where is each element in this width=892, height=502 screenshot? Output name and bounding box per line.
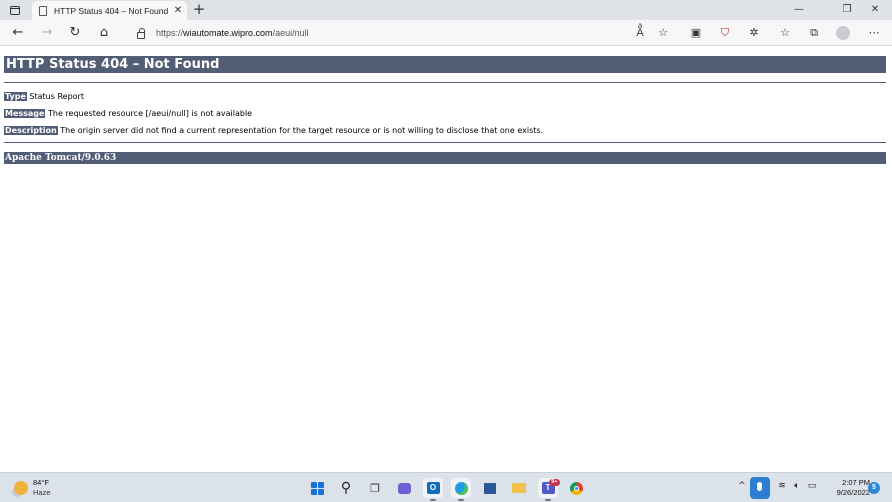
tab-active[interactable]: HTTP Status 404 – Not Found ✕ — [32, 1, 187, 20]
type-value: Status Report — [29, 92, 84, 101]
extension-icon[interactable]: ▣ — [687, 24, 705, 42]
favorites-list-icon[interactable]: ☆ — [776, 24, 794, 42]
restore-button[interactable]: ❐ — [834, 2, 860, 18]
weather-haze-icon[interactable] — [14, 481, 28, 495]
favorite-star-icon[interactable]: ☆ — [654, 24, 672, 42]
taskbar: 84°F Haze ⚲ ❐ O T 9+ ^ ≋ 🔈︎ ▭ 2:07 PM 9/… — [0, 472, 892, 502]
description-row: Description The origin server did not fi… — [4, 125, 543, 136]
url-text: https://wiautomate.wipro.com/aeui/null — [156, 28, 309, 38]
divider — [4, 142, 886, 143]
divider — [4, 82, 886, 83]
read-aloud-icon[interactable]: Aͣ — [631, 24, 649, 42]
extensions-puzzle-icon[interactable]: ✲ — [745, 24, 763, 42]
description-value: The origin server did not find a current… — [60, 126, 544, 135]
collections-icon[interactable]: ⧉ — [805, 24, 823, 42]
clock-date[interactable]: 9/26/2022 — [810, 488, 870, 497]
minimize-button[interactable]: — — [786, 2, 812, 18]
tab-strip: HTTP Status 404 – Not Found ✕ + — ❐ ✕ — [0, 0, 892, 20]
chat-icon[interactable] — [394, 478, 414, 498]
tab-close-icon[interactable]: ✕ — [172, 5, 184, 16]
forward-button[interactable]: → — [38, 24, 56, 42]
microphone-icon[interactable] — [750, 477, 770, 499]
page-title: HTTP Status 404 – Not Found — [4, 56, 886, 73]
address-bar[interactable]: https://wiautomate.wipro.com/aeui/null — [126, 23, 682, 43]
store-icon[interactable] — [480, 478, 500, 498]
teams-icon[interactable]: T 9+ — [538, 478, 560, 501]
show-hidden-icons-chevron-up-icon[interactable]: ^ — [735, 481, 749, 491]
edge-icon[interactable] — [451, 478, 471, 501]
browser-window: HTTP Status 404 – Not Found ✕ + — ❐ ✕ ← … — [0, 0, 892, 472]
notification-count-badge[interactable]: 5 — [868, 482, 880, 494]
server-info: Apache Tomcat/9.0.63 — [4, 152, 886, 164]
new-tab-button[interactable]: + — [191, 1, 207, 19]
wifi-icon[interactable]: ≋ — [775, 481, 789, 491]
task-view-icon[interactable]: ❐ — [365, 478, 385, 498]
description-label: Description — [4, 126, 58, 135]
start-button[interactable] — [307, 478, 327, 498]
type-label: Type — [4, 92, 27, 101]
message-value: The requested resource [/aeui/null] is n… — [48, 109, 253, 118]
tab-title: HTTP Status 404 – Not Found — [54, 5, 169, 16]
profile-avatar-icon[interactable] — [834, 24, 852, 42]
chrome-icon[interactable] — [566, 478, 586, 498]
teams-badge: 9+ — [549, 479, 560, 486]
volume-icon[interactable]: 🔈︎ — [790, 481, 804, 491]
browser-toolbar: ← → ↻ ⌂ https://wiautomate.wipro.com/aeu… — [0, 20, 892, 46]
message-row: Message The requested resource [/aeui/nu… — [4, 108, 252, 119]
mcafee-extension-icon[interactable]: ⛉ — [716, 24, 734, 42]
tab-actions-button[interactable] — [4, 2, 26, 18]
home-button[interactable]: ⌂ — [95, 24, 113, 42]
weather-temperature[interactable]: 84°F — [33, 478, 49, 487]
weather-condition[interactable]: Haze — [33, 488, 51, 497]
page-icon — [39, 5, 47, 16]
type-row: Type Status Report — [4, 91, 84, 102]
back-button[interactable]: ← — [9, 24, 27, 42]
clock-time[interactable]: 2:07 PM — [810, 478, 870, 487]
more-menu-icon[interactable]: ⋯ — [865, 24, 883, 42]
lock-icon[interactable] — [137, 27, 145, 39]
close-window-button[interactable]: ✕ — [862, 2, 888, 18]
message-label: Message — [4, 109, 46, 118]
refresh-button[interactable]: ↻ — [66, 24, 84, 42]
tab-actions-icon — [10, 5, 20, 15]
windows-logo-icon — [310, 481, 324, 495]
file-explorer-icon[interactable] — [509, 478, 529, 498]
search-icon[interactable]: ⚲ — [336, 478, 356, 498]
page-content: HTTP Status 404 – Not Found Type Status … — [0, 47, 892, 472]
outlook-icon[interactable]: O — [423, 478, 443, 501]
